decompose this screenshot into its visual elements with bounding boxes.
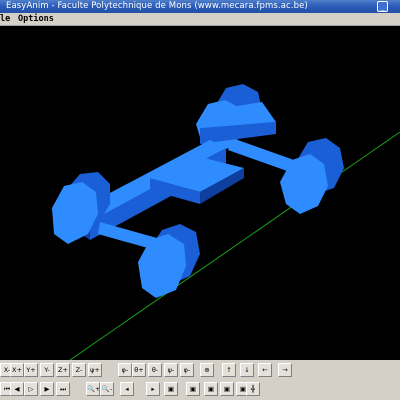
menu-options[interactable]: Options — [18, 13, 54, 25]
rot-y-minus-button[interactable]: Y- — [40, 363, 54, 377]
move-left-button[interactable]: ← — [258, 363, 272, 377]
rot-z-minus-button[interactable]: Z- — [72, 363, 86, 377]
play-back-button[interactable]: ◀ — [10, 382, 24, 396]
wheel-front-right — [138, 224, 200, 298]
phi-plus-button[interactable]: φ- — [118, 363, 132, 377]
axes-toggle-button[interactable]: ╬ — [246, 382, 260, 396]
vehicle-model-render — [52, 84, 400, 360]
phi-minus-button[interactable]: φ- — [180, 363, 194, 377]
view-4-button[interactable]: ▣ — [220, 382, 234, 396]
step-forward-button[interactable]: ▷ — [24, 382, 38, 396]
psi-plus-button[interactable]: ψ+ — [88, 363, 102, 377]
frame-back-button[interactable]: ◂ — [120, 382, 134, 396]
menu-bar: le Options — [0, 13, 400, 26]
rot-y-plus-button[interactable]: Y+ — [24, 363, 38, 377]
title-bar[interactable]: EasyAnim - Faculte Polytechnique de Mons… — [0, 0, 400, 14]
window-title: EasyAnim - Faculte Polytechnique de Mons… — [6, 1, 308, 11]
zoom-in-button[interactable]: 🔍+ — [86, 382, 100, 396]
frame-forward-button[interactable]: ▸ — [146, 382, 160, 396]
play-forward-button[interactable]: ▶ — [40, 382, 54, 396]
fast-forward-button[interactable]: ⏭ — [56, 382, 70, 396]
psi-minus-button[interactable]: ψ- — [164, 363, 178, 377]
theta-minus-button[interactable]: θ- — [148, 363, 162, 377]
move-right-button[interactable]: → — [278, 363, 292, 377]
toolbar-animation: ⏮ ◀ ▷ ▶ ⏭ 🔍+ 🔍- ◂ ▸ ▣ ▣ ▣ ▣ ▣ ╬ — [0, 380, 400, 399]
minimize-button[interactable]: _ — [377, 1, 388, 12]
view-1-button[interactable]: ▣ — [164, 382, 178, 396]
move-down-button[interactable]: ↓ — [240, 363, 254, 377]
zoom-out-button[interactable]: 🔍- — [100, 382, 114, 396]
move-up-button[interactable]: ↑ — [222, 363, 236, 377]
center-view-button[interactable]: ⊕ — [200, 363, 214, 377]
theta-plus-button[interactable]: θ+ — [132, 363, 146, 377]
rot-x-plus-button[interactable]: X+ — [10, 363, 24, 377]
3d-viewport[interactable] — [0, 26, 400, 360]
menu-file[interactable]: le — [0, 13, 10, 25]
view-3-button[interactable]: ▣ — [204, 382, 218, 396]
view-2-button[interactable]: ▣ — [186, 382, 200, 396]
toolbar-view: X- X+ Y+ Y- Z+ Z-ψ+ φ-θ+ θ-ψ-φ- ⊕ ↑ ↓ ← → — [0, 361, 400, 380]
wheel-rear-right — [280, 138, 344, 214]
rot-z-plus-button[interactable]: Z+ — [56, 363, 70, 377]
